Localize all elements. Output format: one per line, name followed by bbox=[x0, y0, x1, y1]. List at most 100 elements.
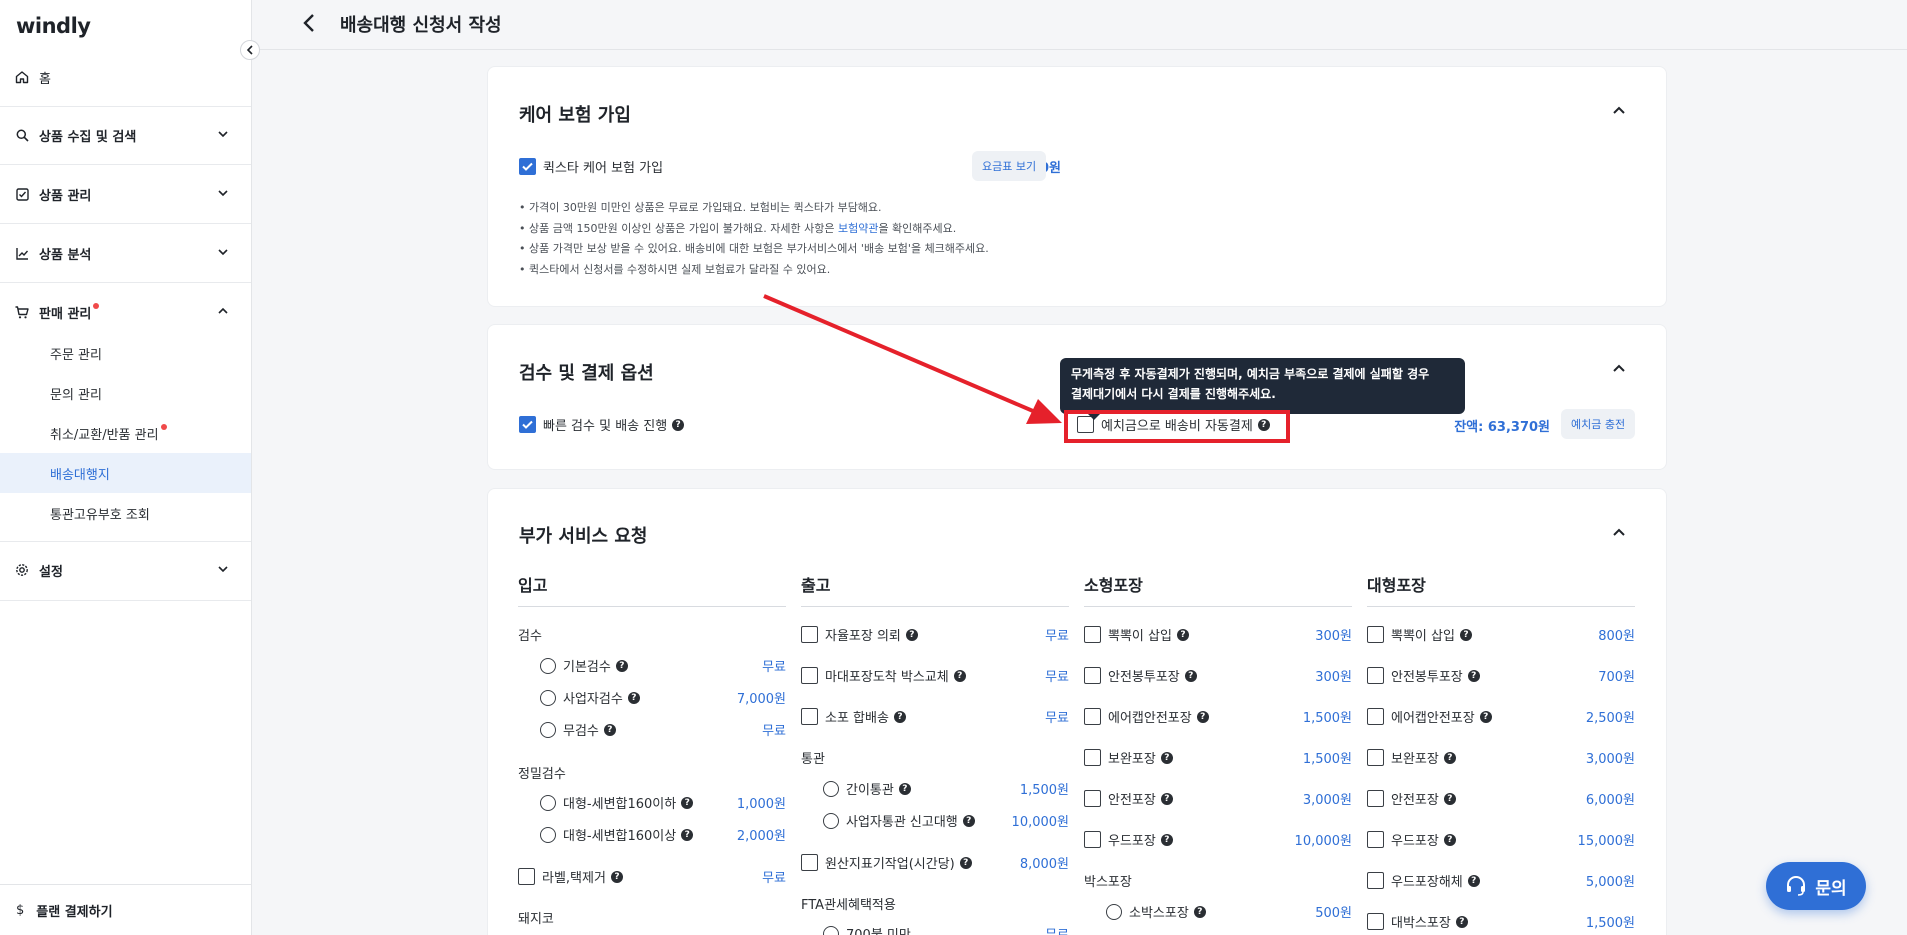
nav-home[interactable]: 홈 bbox=[0, 48, 251, 106]
sidebar-item-inquiries[interactable]: 문의 관리 bbox=[0, 373, 251, 413]
radio[interactable] bbox=[823, 925, 839, 935]
small-reinforce[interactable]: 보완포장? bbox=[1084, 748, 1173, 767]
help-icon[interactable]: ? bbox=[627, 691, 640, 704]
radio[interactable] bbox=[1106, 903, 1122, 920]
help-icon[interactable]: ? bbox=[610, 870, 623, 883]
chevron-up-icon[interactable] bbox=[1612, 527, 1626, 537]
large-wood-pack[interactable]: 우드포장? bbox=[1367, 830, 1456, 849]
radio[interactable] bbox=[540, 689, 556, 706]
small-safe-envelope[interactable]: 안전봉투포장? bbox=[1084, 666, 1197, 685]
option-business-inspection[interactable]: 사업자검수? bbox=[540, 688, 640, 707]
large-reinforce[interactable]: 보완포장? bbox=[1367, 748, 1456, 767]
checkbox[interactable] bbox=[1367, 831, 1384, 848]
chevron-up-icon[interactable] bbox=[1612, 363, 1626, 373]
plan-payment-button[interactable]: $ 플랜 결제하기 bbox=[0, 884, 251, 935]
radio[interactable] bbox=[823, 812, 839, 829]
help-icon[interactable]: ? bbox=[1160, 751, 1173, 764]
help-icon[interactable]: ? bbox=[1160, 833, 1173, 846]
checkbox[interactable] bbox=[1084, 749, 1101, 766]
help-icon[interactable]: ? bbox=[1479, 710, 1492, 723]
checkbox[interactable] bbox=[1367, 708, 1384, 725]
help-icon[interactable]: ? bbox=[1459, 628, 1472, 641]
checkbox[interactable] bbox=[1367, 667, 1384, 684]
checkbox[interactable] bbox=[801, 708, 818, 725]
large-safe-pack[interactable]: 안전포장? bbox=[1367, 789, 1456, 808]
option-large-over-160[interactable]: 대형-세변합160이상? bbox=[540, 825, 694, 844]
help-icon[interactable]: ? bbox=[1184, 669, 1197, 682]
sidebar-item-returns[interactable]: 취소/교환/반품 관리 bbox=[0, 413, 251, 453]
nav-product-manage[interactable]: 상품 관리 bbox=[0, 165, 251, 223]
checkbox[interactable] bbox=[1367, 872, 1384, 889]
checkbox[interactable] bbox=[1367, 913, 1384, 930]
help-icon[interactable]: ? bbox=[1467, 874, 1480, 887]
help-icon[interactable]: ? bbox=[898, 782, 911, 795]
inquiry-chat-button[interactable]: 문의 bbox=[1766, 862, 1866, 910]
deposit-charge-button[interactable]: 예치금 충전 bbox=[1561, 409, 1636, 439]
option-under-700[interactable]: 700불 미만 bbox=[823, 924, 911, 935]
radio[interactable] bbox=[823, 780, 839, 797]
insurance-terms-link[interactable]: 보험약관 bbox=[838, 222, 878, 235]
radio[interactable] bbox=[540, 721, 556, 738]
small-aircap-safe[interactable]: 에어캡안전포장? bbox=[1084, 707, 1209, 726]
checkbox[interactable] bbox=[1084, 667, 1101, 684]
help-icon[interactable]: ? bbox=[672, 418, 685, 431]
help-icon[interactable]: ? bbox=[615, 659, 628, 672]
checkbox[interactable] bbox=[1084, 708, 1101, 725]
help-icon[interactable]: ? bbox=[1443, 792, 1456, 805]
checkbox[interactable] bbox=[1367, 626, 1384, 643]
option-simple-customs[interactable]: 간이통관? bbox=[823, 779, 911, 798]
checkbox[interactable] bbox=[1367, 749, 1384, 766]
nav-product-collect[interactable]: 상품 수집 및 검색 bbox=[0, 106, 251, 164]
back-arrow-icon[interactable] bbox=[302, 12, 316, 34]
insurance-checkbox-row[interactable]: 퀵스타 케어 보험 가입 bbox=[519, 157, 663, 176]
help-icon[interactable]: ? bbox=[1443, 751, 1456, 764]
help-icon[interactable]: ? bbox=[1443, 833, 1456, 846]
rate-table-button[interactable]: 요금표 보기 bbox=[972, 151, 1047, 181]
radio[interactable] bbox=[540, 794, 556, 811]
small-safe-pack[interactable]: 안전포장? bbox=[1084, 789, 1173, 808]
sidebar-item-forwarder[interactable]: 배송대행지 bbox=[0, 453, 251, 493]
radio[interactable] bbox=[540, 657, 556, 674]
sidebar-item-orders[interactable]: 주문 관리 bbox=[0, 333, 251, 373]
nav-settings[interactable]: 설정 bbox=[0, 541, 251, 599]
sidebar-collapse-button[interactable] bbox=[240, 40, 260, 60]
large-wood-dismantle[interactable]: 우드포장해체? bbox=[1367, 871, 1480, 890]
help-icon[interactable]: ? bbox=[893, 710, 906, 723]
radio[interactable] bbox=[540, 826, 556, 843]
option-label-removal[interactable]: 라벨,택제거? bbox=[518, 867, 623, 886]
checkbox[interactable] bbox=[1084, 790, 1101, 807]
help-icon[interactable]: ? bbox=[1467, 669, 1480, 682]
checkbox[interactable] bbox=[801, 626, 818, 643]
checkbox[interactable] bbox=[1084, 626, 1101, 643]
checkbox[interactable] bbox=[518, 868, 535, 885]
brand-logo[interactable]: windly bbox=[16, 14, 91, 38]
sidebar-item-customs-code[interactable]: 통관고유부호 조회 bbox=[0, 493, 251, 533]
option-no-inspection[interactable]: 무검수? bbox=[540, 720, 616, 739]
fast-inspection-row[interactable]: 빠른 검수 및 배송 진행 ? bbox=[519, 415, 685, 434]
chevron-up-icon[interactable] bbox=[1612, 105, 1626, 115]
option-large-under-160[interactable]: 대형-세변합160이하? bbox=[540, 793, 694, 812]
help-icon[interactable]: ? bbox=[1193, 905, 1206, 918]
help-icon[interactable]: ? bbox=[603, 723, 616, 736]
help-icon[interactable]: ? bbox=[1196, 710, 1209, 723]
help-icon[interactable]: ? bbox=[1455, 915, 1468, 928]
fast-inspection-checkbox[interactable] bbox=[519, 416, 536, 433]
option-parcel-combine[interactable]: 소포 합배송? bbox=[801, 707, 906, 726]
nav-product-analysis[interactable]: 상품 분석 bbox=[0, 224, 251, 282]
large-safe-envelope[interactable]: 안전봉투포장? bbox=[1367, 666, 1480, 685]
checkbox[interactable] bbox=[801, 854, 818, 871]
help-icon[interactable]: ? bbox=[905, 628, 918, 641]
checkbox[interactable] bbox=[1367, 790, 1384, 807]
small-box-pack[interactable]: 소박스포장? bbox=[1106, 902, 1206, 921]
small-wood-pack[interactable]: 우드포장? bbox=[1084, 830, 1173, 849]
option-business-customs[interactable]: 사업자통관 신고대행? bbox=[823, 811, 975, 830]
large-bubble-insert[interactable]: 뽁뽁이 삽입? bbox=[1367, 625, 1472, 644]
option-self-packing[interactable]: 자율포장 의뢰? bbox=[801, 625, 918, 644]
large-box-pack[interactable]: 대박스포장? bbox=[1367, 912, 1468, 931]
checkbox[interactable] bbox=[1084, 831, 1101, 848]
option-origin-marking[interactable]: 원산지표기작업(시간당)? bbox=[801, 853, 972, 872]
help-icon[interactable]: ? bbox=[1176, 628, 1189, 641]
option-basic-inspection[interactable]: 기본검수? bbox=[540, 656, 628, 675]
large-aircap-safe[interactable]: 에어캡안전포장? bbox=[1367, 707, 1492, 726]
option-sack-box-replace[interactable]: 마대포장도착 박스교체? bbox=[801, 666, 966, 685]
